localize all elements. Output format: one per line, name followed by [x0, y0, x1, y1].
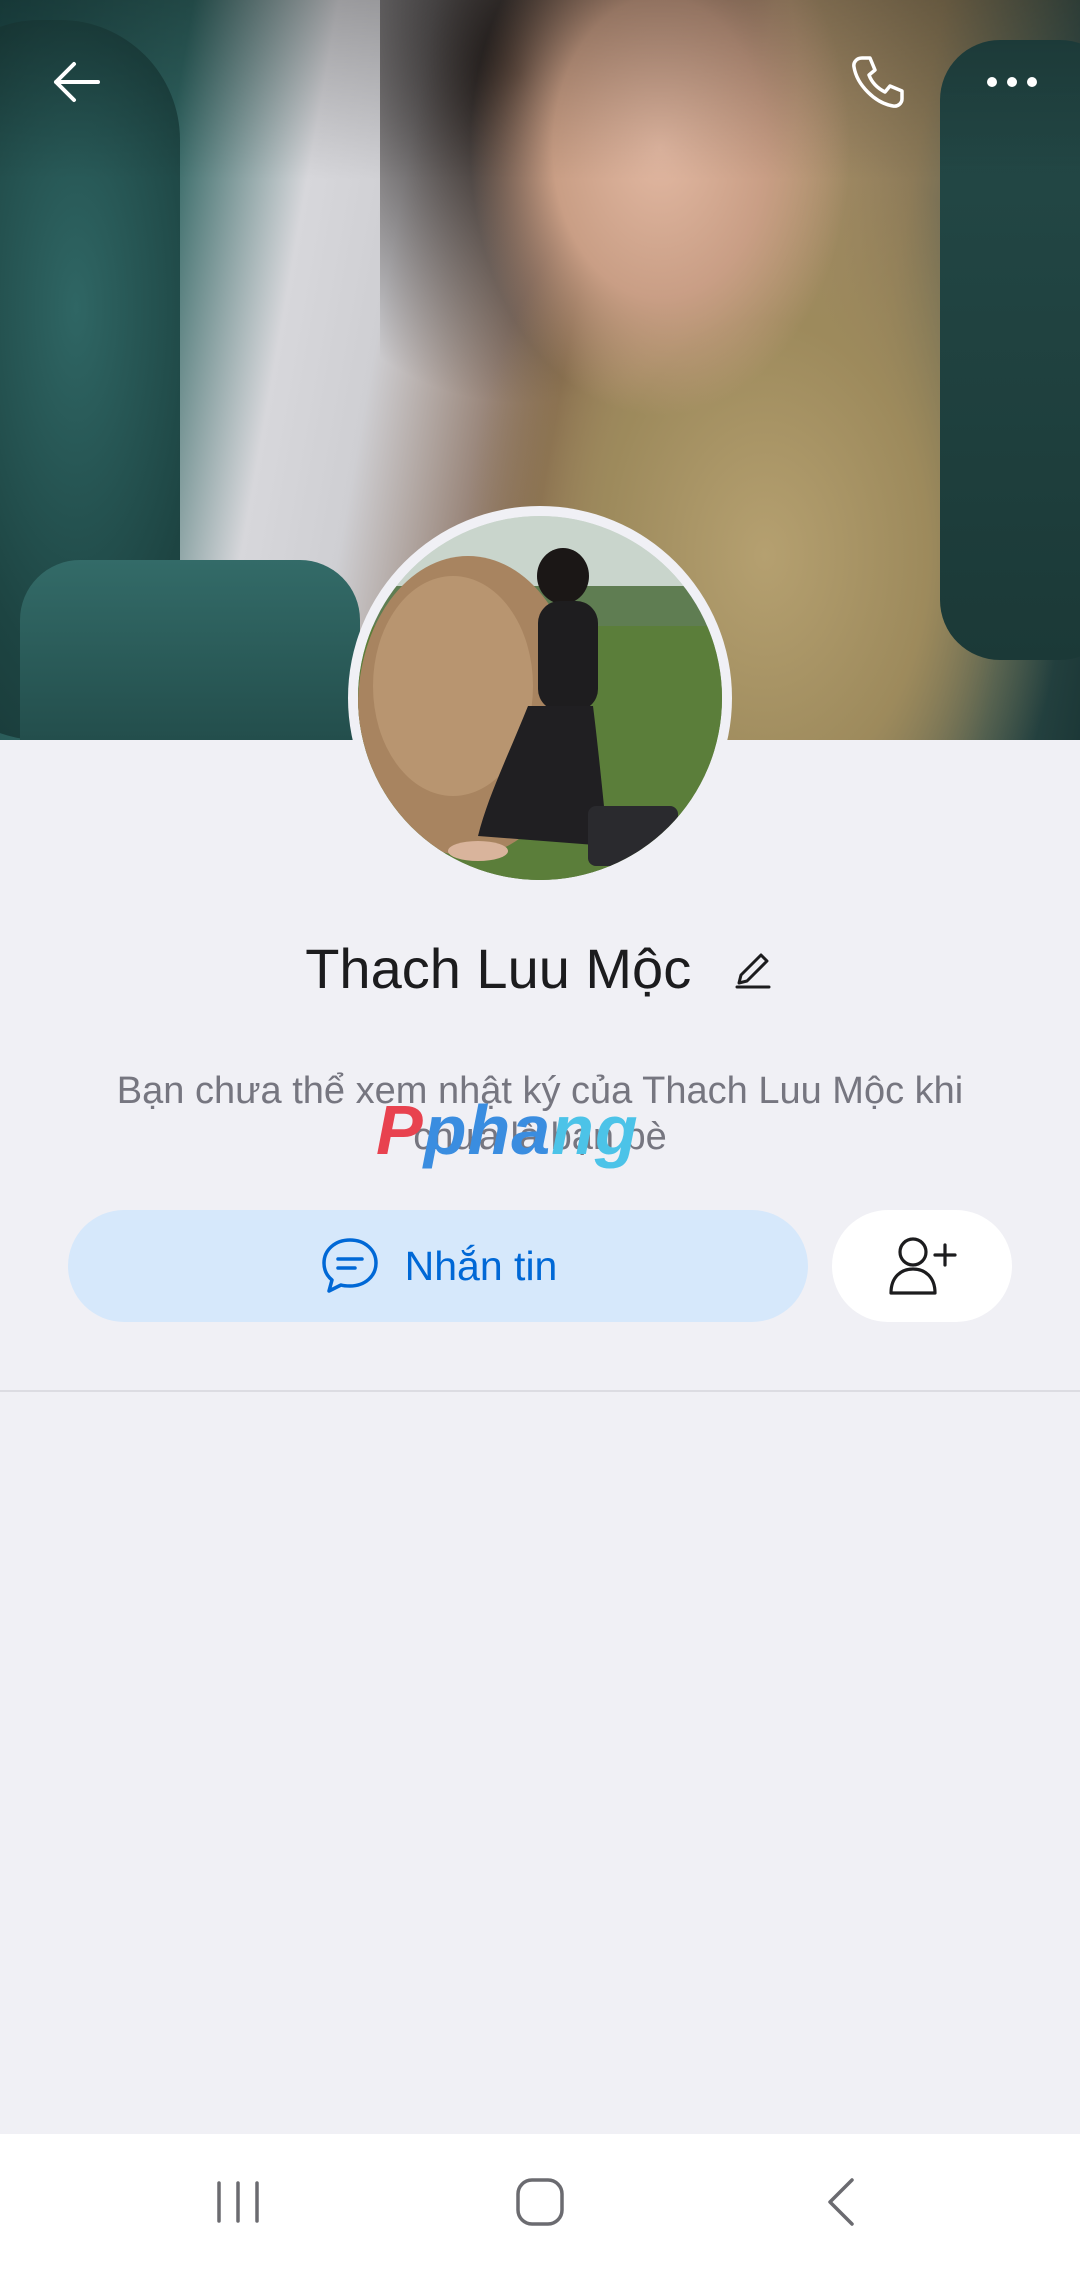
section-divider [0, 1390, 1080, 1392]
phone-icon [852, 56, 904, 108]
profile-name-text: Thach Luu Mộc [305, 937, 692, 1001]
watermark-part-1: P [376, 1091, 424, 1169]
nav-back-button[interactable] [782, 2134, 902, 2269]
more-icon [987, 77, 1037, 87]
message-button[interactable]: Nhắn tin [68, 1210, 808, 1322]
back-button[interactable] [36, 42, 116, 122]
more-button[interactable] [972, 42, 1052, 122]
chat-bubble-icon [321, 1238, 378, 1293]
home-icon [516, 2177, 564, 2226]
nav-recents-button[interactable] [178, 2134, 298, 2269]
watermark-part-3: ng [551, 1091, 639, 1169]
cover-chair-arm [20, 560, 360, 740]
chevron-left-icon [828, 2177, 854, 2226]
watermark-logo: Pphang [376, 1090, 639, 1170]
avatar[interactable] [358, 516, 722, 880]
edit-name-icon[interactable] [731, 947, 775, 991]
call-button[interactable] [838, 42, 918, 122]
recents-icon [217, 2180, 259, 2223]
profile-name: Thach Luu Mộc [0, 930, 1080, 1004]
add-friend-button[interactable] [832, 1210, 1012, 1322]
arrow-left-icon [54, 62, 100, 102]
avatar-ring [348, 506, 732, 890]
message-button-label: Nhắn tin [404, 1242, 558, 1289]
add-friend-icon [889, 1237, 957, 1295]
avatar-photo [358, 516, 722, 880]
nav-home-button[interactable] [480, 2134, 600, 2269]
cover-top-shade [0, 0, 1080, 180]
system-nav-bar [0, 2134, 1080, 2269]
watermark-part-2: pha [423, 1091, 552, 1169]
